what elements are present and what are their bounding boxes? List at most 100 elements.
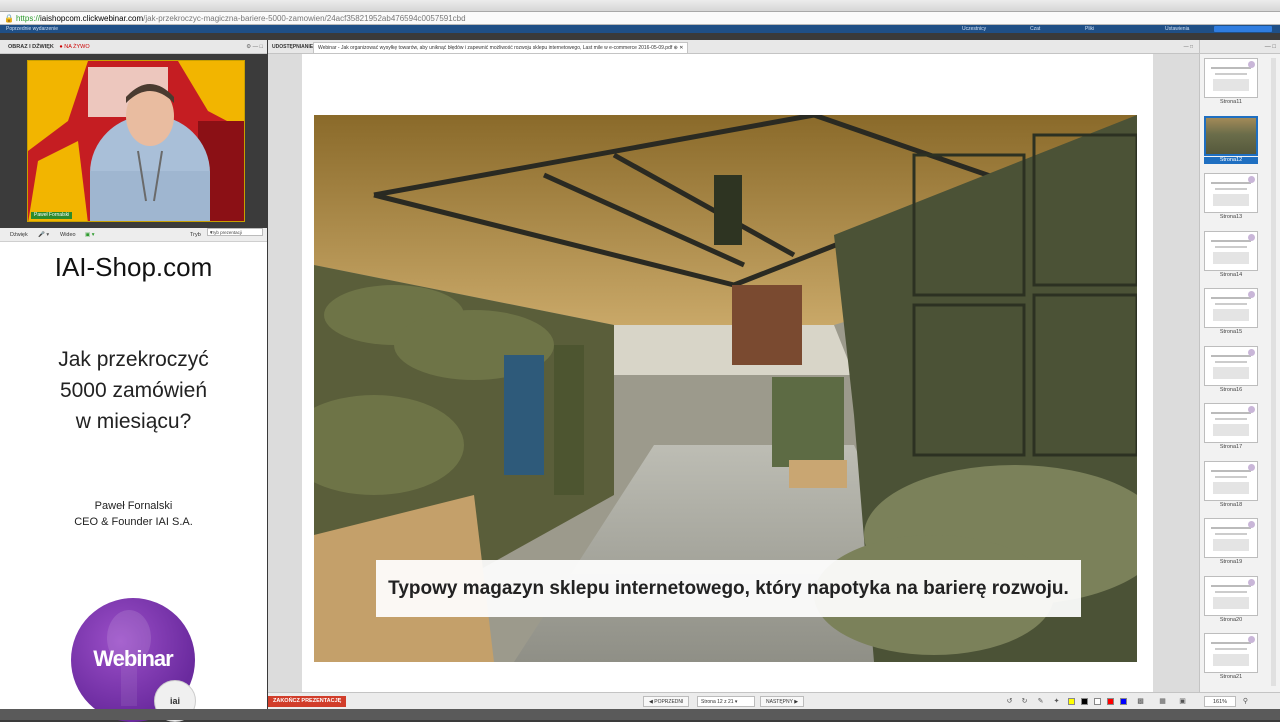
presenter-video: Paweł Fornalski: [27, 60, 245, 222]
thumbnail-panel-controls[interactable]: — □: [1200, 40, 1280, 54]
slide-caption: Typowy magazyn sklepu internetowego, któ…: [376, 560, 1081, 617]
mode-label: Tryb: [190, 232, 201, 238]
thumbnail-label: Strona11: [1220, 99, 1242, 105]
warehouse-photo: Typowy magazyn sklepu internetowego, któ…: [314, 115, 1137, 662]
thumbnail-page[interactable]: Strona12: [1204, 115, 1258, 164]
intro-slide: IAI-Shop.com Jak przekroczyć 5000 zamówi…: [0, 242, 267, 722]
thumbnail-label: Strona19: [1219, 559, 1243, 565]
webinar-top-bar: Poprzednie wydarzenie Uczestnicy Czat Pl…: [0, 25, 1280, 33]
thumbnail-page[interactable]: Strona18: [1204, 460, 1258, 509]
microphone-icon[interactable]: 🎤 ▾: [38, 228, 49, 242]
browser-chrome: [0, 0, 1280, 12]
footer-strip: [0, 709, 1280, 720]
address-bar[interactable]: 🔒 https://iaishopcom.clickwebinar.com/jak…: [0, 12, 1280, 25]
thumbnail-label: Strona15: [1219, 329, 1243, 335]
intro-author: Paweł Fornalski CEO & Founder IAI S.A.: [0, 498, 267, 530]
thumbnail-page[interactable]: Strona16: [1204, 345, 1258, 394]
thumbnail-scrollbar[interactable]: [1271, 58, 1276, 686]
sound-label: Dźwięk: [10, 232, 28, 238]
thumbnail-page[interactable]: Strona19: [1204, 518, 1258, 566]
fit-page-icon[interactable]: ▣: [1178, 697, 1187, 706]
pointer-icon[interactable]: ✦: [1052, 697, 1061, 706]
grid-view-icon[interactable]: ▦: [1158, 697, 1167, 706]
url-scheme: https://: [15, 14, 40, 23]
thumbnail-image: [1204, 460, 1258, 501]
video-panel-header: OBRAZ I DŹWIĘK ● NA ŻYWO ⚙ — □: [0, 40, 267, 54]
thumbnail-image: [1204, 518, 1258, 558]
thumbnail-label: Strona21: [1219, 674, 1243, 680]
next-button[interactable]: NASTĘPNY ▶: [760, 696, 805, 707]
thumbnail-page[interactable]: Strona14: [1204, 230, 1258, 279]
settings-link[interactable]: Ustawienia: [1165, 25, 1189, 33]
presentation-toolbar: ZAKOŃCZ PREZENTACJĘ ◀ POPRZEDNI Strona 1…: [268, 692, 1280, 709]
camera-icon[interactable]: ▣ ▾: [85, 228, 95, 242]
webinar-badge-text: Webinar: [93, 646, 173, 671]
chat-link[interactable]: Czat: [1030, 25, 1040, 33]
share-tab-bar: UDOSTĘPNIANIE Webinar - Jak organizować …: [268, 40, 1199, 54]
url-path: /jak-przekroczyc-magiczna-bariere-5000-z…: [143, 14, 466, 23]
thumbnail-page[interactable]: Strona11: [1204, 58, 1258, 106]
thumbnail-image: [1204, 173, 1258, 213]
thumbnail-image: [1204, 115, 1258, 156]
sharing-label: UDOSTĘPNIANIE: [272, 44, 314, 50]
thumbnail-page[interactable]: Strona21: [1204, 633, 1258, 681]
participants-link[interactable]: Uczestnicy: [962, 25, 986, 33]
thumbnail-image: [1204, 633, 1258, 673]
thumbnail-image: [1204, 575, 1258, 616]
thumbnail-image: [1204, 403, 1258, 443]
thumbnail-label: Strona20: [1219, 616, 1243, 623]
thumbnail-image: [1204, 288, 1258, 328]
author-role: CEO & Founder IAI S.A.: [74, 516, 193, 528]
page-select[interactable]: Strona 12 z 21 ▾: [697, 696, 755, 707]
mode-select[interactable]: Tryb prezentacji ▾: [207, 228, 263, 236]
eraser-icon[interactable]: ▩: [1136, 697, 1145, 706]
thumbnail-page[interactable]: Strona15: [1204, 288, 1258, 336]
color-white[interactable]: [1094, 698, 1101, 705]
intro-question: Jak przekroczyć 5000 zamówień w miesiącu…: [58, 348, 209, 433]
previous-button[interactable]: ◀ POPRZEDNI: [643, 696, 690, 707]
pen-icon[interactable]: ✎: [1036, 697, 1045, 706]
thumbnail-panel: — □ Strona11 Strona12 Strona13 Strona14 Stro…: [1199, 40, 1280, 692]
thumbnail-page[interactable]: Strona17: [1204, 403, 1258, 451]
thumbnail-image: [1204, 230, 1258, 271]
share-window-controls[interactable]: — □: [1184, 40, 1193, 53]
lock-icon: 🔒: [4, 14, 14, 23]
video-label: Wideo: [60, 232, 76, 238]
video-area: Paweł Fornalski: [0, 54, 267, 228]
url-domain: iaishopcom.clickwebinar.com: [39, 14, 144, 23]
thumbnail-image: [1204, 345, 1258, 386]
color-blue[interactable]: [1120, 698, 1127, 705]
color-red[interactable]: [1107, 698, 1114, 705]
video-panel-title: OBRAZ I DŹWIĘK: [8, 44, 54, 50]
color-black[interactable]: [1081, 698, 1088, 705]
share-area: UDOSTĘPNIANIE Webinar - Jak organizować …: [268, 40, 1199, 692]
thumbnail-label: Strona16: [1219, 386, 1243, 393]
end-presentation-button[interactable]: ZAKOŃCZ PREZENTACJĘ: [268, 696, 347, 707]
zoom-icon[interactable]: ⚲: [1241, 697, 1250, 706]
presenter-name-label: Paweł Fornalski: [31, 212, 73, 219]
left-panel: OBRAZ I DŹWIĘK ● NA ŻYWO ⚙ — □ Paweł For…: [0, 40, 267, 722]
account-button[interactable]: [1214, 26, 1272, 32]
thumbnail-label: Strona17: [1219, 444, 1243, 450]
av-controls: Dźwięk 🎤 ▾ Wideo ▣ ▾ Tryb Tryb prezentac…: [0, 228, 267, 242]
thumbnail-page[interactable]: Strona13: [1204, 173, 1258, 221]
live-indicator: ● NA ŻYWO: [59, 44, 90, 50]
intro-title: IAI-Shop.com: [54, 252, 213, 282]
presentation-slide: Typowy magazyn sklepu internetowego, któ…: [302, 54, 1153, 692]
thumbnail-label: Strona14: [1219, 271, 1243, 278]
undo-icon[interactable]: ↺: [1005, 697, 1014, 706]
presenter-video-image: [28, 61, 244, 221]
previous-event-link[interactable]: Poprzednie wydarzenie: [6, 25, 58, 33]
thumbnail-label: Strona18: [1219, 501, 1243, 508]
color-yellow[interactable]: [1068, 698, 1075, 705]
author-name: Paweł Fornalski: [94, 500, 173, 512]
thumbnail-label: Strona13: [1219, 214, 1243, 220]
redo-icon[interactable]: ↻: [1020, 697, 1029, 706]
thumbnail-image: [1204, 58, 1258, 98]
document-tab[interactable]: Webinar - Jak organizować wysyłkę towaró…: [313, 42, 689, 53]
panel-window-controls[interactable]: ⚙ — □: [246, 40, 263, 54]
zoom-level[interactable]: 161%: [1204, 696, 1236, 707]
files-link[interactable]: Pliki: [1085, 25, 1094, 33]
thumbnail-page[interactable]: Strona20: [1204, 575, 1258, 624]
thumbnail-label: Strona12: [1204, 156, 1258, 164]
